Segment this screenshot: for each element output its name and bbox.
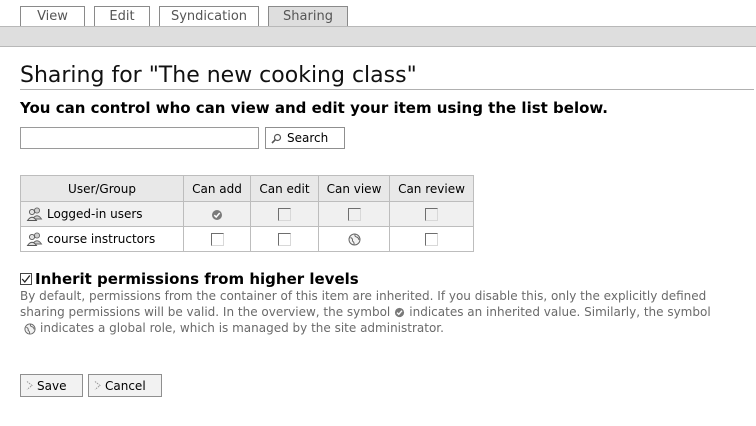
group-name: course instructors: [47, 231, 156, 246]
can-edit-cell: [250, 201, 319, 227]
can-view-cell: [318, 201, 390, 227]
can-add-checkbox[interactable]: [210, 233, 224, 246]
title-divider: [20, 89, 754, 90]
column-header-user-group: User/Group: [20, 175, 184, 202]
column-header-can-review: Can review: [389, 175, 474, 202]
can-review-cell: [389, 226, 474, 252]
can-edit-checkbox[interactable]: [278, 233, 291, 246]
can-add-cell: [183, 226, 251, 252]
column-header-can-add: Can add: [183, 175, 251, 202]
cancel-button[interactable]: Cancel: [88, 374, 162, 397]
global-role-icon: [24, 322, 36, 335]
can-view-checkbox[interactable]: [347, 208, 361, 221]
tab-syndication[interactable]: Syndication: [159, 6, 259, 26]
inherit-permissions-label: Inherit permissions from higher levels: [35, 270, 359, 288]
can-view-cell: [318, 226, 390, 252]
can-add-cell: [183, 201, 251, 227]
table-row: Logged-in users: [20, 201, 474, 227]
permissions-table: User/Group Can add Can edit Can view Can…: [20, 175, 474, 252]
arrow-right-icon: [94, 381, 101, 390]
inherited-check-icon: [394, 307, 405, 318]
save-button[interactable]: Save: [20, 374, 83, 397]
tab-strip: View Edit Syndication Sharing: [20, 6, 357, 28]
row-name-cell: course instructors: [20, 226, 184, 252]
inherit-permissions-row: Inherit permissions from higher levels: [20, 270, 359, 288]
can-review-checkbox[interactable]: [425, 233, 438, 246]
tab-view[interactable]: View: [20, 6, 85, 26]
can-edit-checkbox[interactable]: [278, 208, 291, 221]
group-icon: [26, 232, 43, 247]
global-role-icon: [348, 233, 361, 246]
column-header-can-view: Can view: [318, 175, 390, 202]
page-subtitle: You can control who can view and edit yo…: [20, 99, 608, 117]
search-input[interactable]: [20, 127, 259, 149]
can-review-checkbox[interactable]: [425, 208, 438, 221]
inherit-help-text: By default, permissions from the contain…: [20, 288, 720, 336]
tab-sharing[interactable]: Sharing: [268, 6, 348, 28]
table-row: course instructors: [20, 226, 474, 252]
tab-bar: [0, 26, 756, 47]
group-icon: [26, 207, 43, 222]
cancel-button-label: Cancel: [105, 378, 146, 393]
page-title: Sharing for "The new cooking class": [20, 63, 417, 88]
search-button[interactable]: Search: [265, 127, 345, 149]
check-icon: [21, 275, 31, 284]
table-header-row: User/Group Can add Can edit Can view Can…: [20, 175, 474, 202]
arrow-right-icon: [26, 381, 33, 390]
inherit-permissions-checkbox[interactable]: [20, 273, 32, 285]
tab-edit[interactable]: Edit: [94, 6, 150, 26]
group-name: Logged-in users: [47, 206, 143, 221]
can-review-cell: [389, 201, 474, 227]
inherited-check-icon: [211, 209, 223, 221]
save-button-label: Save: [37, 378, 67, 393]
help-text-part: indicates a global role, which is manage…: [40, 321, 444, 335]
search-button-label: Search: [287, 131, 329, 145]
can-edit-cell: [250, 226, 319, 252]
search-icon: [271, 133, 282, 144]
column-header-can-edit: Can edit: [250, 175, 319, 202]
help-text-part: indicates an inherited value. Similarly,…: [409, 305, 711, 319]
row-name-cell: Logged-in users: [20, 201, 184, 227]
